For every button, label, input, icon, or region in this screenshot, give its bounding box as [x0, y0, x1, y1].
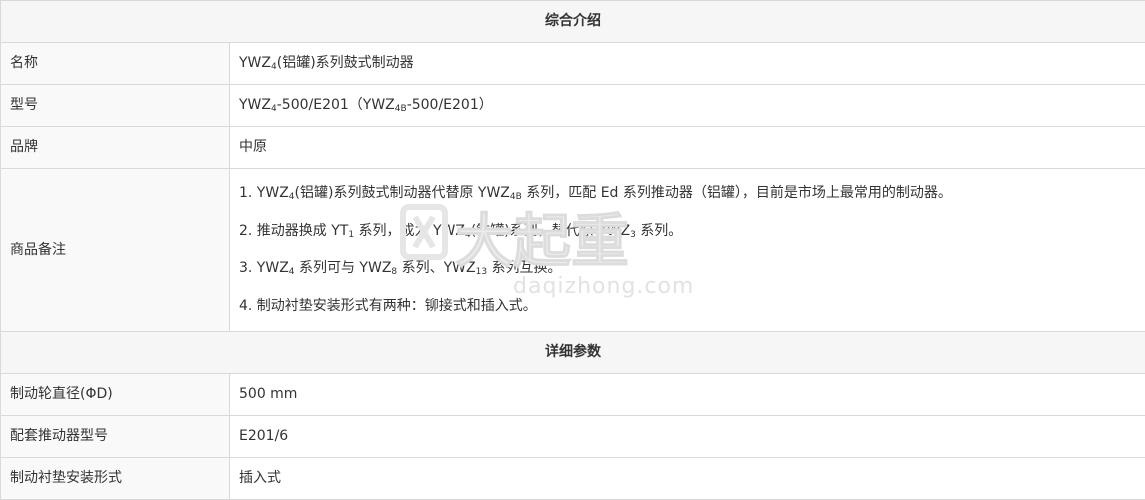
row-label-pad: 制动衬垫安装形式: [1, 458, 230, 500]
note-line-1: 1. YWZ4(铝罐)系列鼓式制动器代替原 YWZ4B 系列，匹配 Ed 系列推…: [239, 175, 1145, 213]
row-value-model: YWZ4-500/E201（YWZ4B-500/E201）: [230, 85, 1145, 127]
section-header-detail: 详细参数: [1, 332, 1145, 374]
note-line-4: 4. 制动衬垫安装形式有两种：铆接式和插入式。: [239, 288, 1145, 326]
row-label-notes: 商品备注: [1, 169, 230, 332]
row-value-pad: 插入式: [230, 458, 1145, 500]
table-row-name: 名称 YWZ4(铝罐)系列鼓式制动器: [1, 43, 1145, 85]
row-label-name: 名称: [1, 43, 230, 85]
table-row-pusher: 配套推动器型号 E201/6: [1, 416, 1145, 458]
table-row-notes: 商品备注 1. YWZ4(铝罐)系列鼓式制动器代替原 YWZ4B 系列，匹配 E…: [1, 169, 1145, 332]
row-value-notes: 1. YWZ4(铝罐)系列鼓式制动器代替原 YWZ4B 系列，匹配 Ed 系列推…: [230, 169, 1145, 332]
row-value-name: YWZ4(铝罐)系列鼓式制动器: [230, 43, 1145, 85]
row-label-diameter: 制动轮直径(ΦD): [1, 374, 230, 416]
row-value-pusher: E201/6: [230, 416, 1145, 458]
section-title-intro: 综合介绍: [1, 1, 1145, 43]
table-row-model: 型号 YWZ4-500/E201（YWZ4B-500/E201）: [1, 85, 1145, 127]
table-row-diameter: 制动轮直径(ΦD) 500 mm: [1, 374, 1145, 416]
row-label-model: 型号: [1, 85, 230, 127]
section-header-intro: 综合介绍: [1, 1, 1145, 43]
spec-table: 综合介绍 名称 YWZ4(铝罐)系列鼓式制动器 型号 YWZ4-500/E201…: [0, 0, 1145, 500]
row-label-pusher: 配套推动器型号: [1, 416, 230, 458]
row-label-brand: 品牌: [1, 127, 230, 169]
row-value-brand: 中原: [230, 127, 1145, 169]
note-line-3: 3. YWZ4 系列可与 YWZ8 系列、YWZ13 系列互换。: [239, 250, 1145, 288]
note-line-2: 2. 推动器换成 YT1 系列，成为 YWZ4(铁罐)系列，替代原 YWZ3 系…: [239, 213, 1145, 251]
table-row-pad: 制动衬垫安装形式 插入式: [1, 458, 1145, 500]
section-title-detail: 详细参数: [1, 332, 1145, 374]
table-row-brand: 品牌 中原: [1, 127, 1145, 169]
row-value-diameter: 500 mm: [230, 374, 1145, 416]
